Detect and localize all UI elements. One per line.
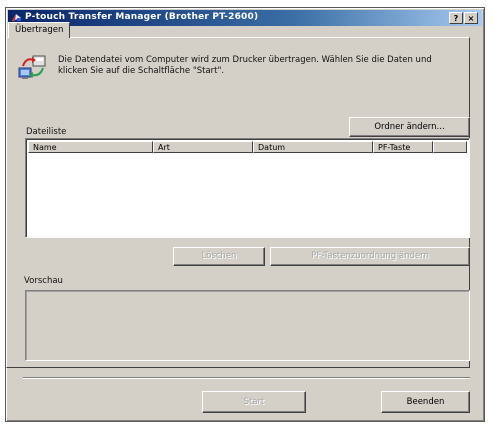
column-header-date[interactable]: Datum xyxy=(253,141,373,153)
tab-uebertragen[interactable]: Übertragen xyxy=(8,22,71,38)
help-button[interactable]: ? xyxy=(449,12,463,24)
delete-button[interactable]: Löschen xyxy=(173,247,265,266)
title-bar[interactable]: P-touch Transfer Manager (Brother PT-260… xyxy=(8,10,482,26)
column-header-filler xyxy=(433,141,467,153)
preview-label: Vorschau xyxy=(24,276,63,286)
start-button[interactable]: Start xyxy=(202,391,306,413)
file-list[interactable]: Name Art Datum PF-Taste xyxy=(25,138,470,238)
info-text: Die Datendatei vom Computer wird zum Dru… xyxy=(58,55,432,76)
file-list-label: Dateiliste xyxy=(26,127,67,137)
close-window-button[interactable]: × xyxy=(464,12,478,24)
column-header-type[interactable]: Art xyxy=(153,141,253,153)
column-header-name[interactable]: Name xyxy=(28,141,153,153)
change-folder-button[interactable]: Ordner ändern... xyxy=(349,117,470,137)
file-list-header: Name Art Datum PF-Taste xyxy=(28,141,467,153)
transfer-icon xyxy=(18,55,46,79)
footer-separator xyxy=(23,377,470,379)
close-button[interactable]: Beenden xyxy=(381,391,470,413)
change-pf-key-button[interactable]: PF-Tastenzuordnung ändern xyxy=(270,247,470,266)
column-header-pf-key[interactable]: PF-Taste xyxy=(373,141,433,153)
preview-area xyxy=(25,290,470,361)
window-title: P-touch Transfer Manager (Brother PT-260… xyxy=(25,12,259,22)
